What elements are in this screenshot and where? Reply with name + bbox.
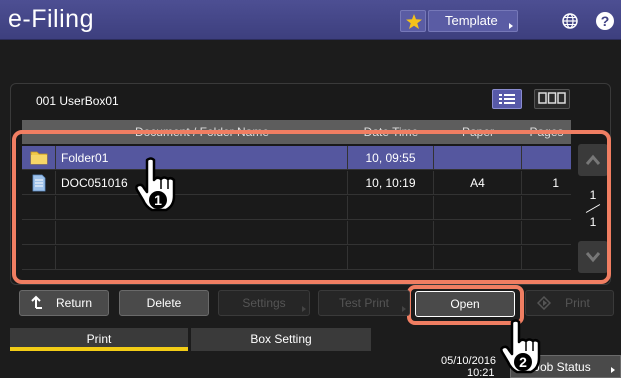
step-1-label: 1 [154, 192, 162, 208]
template-label: Template [445, 13, 498, 28]
print-label: Print [565, 296, 590, 310]
list-view-button[interactable] [492, 89, 522, 109]
print-icon [537, 296, 551, 310]
pointing-hand-step1-icon: 1 [135, 157, 176, 212]
thumbnail-view-button[interactable] [534, 89, 570, 109]
submenu-arrow-icon [509, 23, 513, 29]
submenu-arrow-icon [302, 306, 306, 312]
return-label: Return [55, 296, 93, 310]
list-view-icon [499, 94, 515, 104]
test-print-button[interactable]: Test Print [318, 290, 410, 316]
star-icon [406, 14, 422, 29]
step-2-label: 2 [519, 354, 527, 370]
test-print-label: Test Print [338, 296, 389, 310]
settings-label: Settings [242, 296, 286, 310]
thumbnail-view-icon [538, 92, 566, 104]
highlight-frame-list [12, 130, 611, 284]
title-bar: e-Filing Template ? [0, 0, 621, 40]
app-title: e-Filing [8, 5, 94, 33]
box-name: 001 UserBox01 [36, 94, 119, 108]
template-star-button[interactable] [400, 10, 426, 32]
help-icon[interactable]: ? [596, 12, 614, 30]
time-text: 10:21 [467, 367, 495, 378]
print-button[interactable]: Print [525, 290, 614, 316]
date-text: 05/10/2016 [441, 355, 497, 367]
settings-button[interactable]: Settings [218, 290, 310, 316]
submenu-arrow-icon [402, 306, 406, 312]
date-time-display: 05/10/2016 10:21 [441, 355, 496, 378]
submenu-arrow-icon [611, 367, 615, 373]
tab-print[interactable]: Print [10, 328, 188, 351]
return-arrow-icon [31, 295, 42, 309]
globe-icon[interactable] [562, 13, 578, 29]
open-button[interactable]: Open [415, 291, 515, 317]
delete-button[interactable]: Delete [119, 290, 209, 316]
tab-box-setting[interactable]: Box Setting [191, 328, 371, 351]
template-button[interactable]: Template [428, 10, 518, 32]
pointing-hand-step2-icon: 2 [500, 319, 541, 374]
return-button[interactable]: Return [19, 290, 109, 316]
